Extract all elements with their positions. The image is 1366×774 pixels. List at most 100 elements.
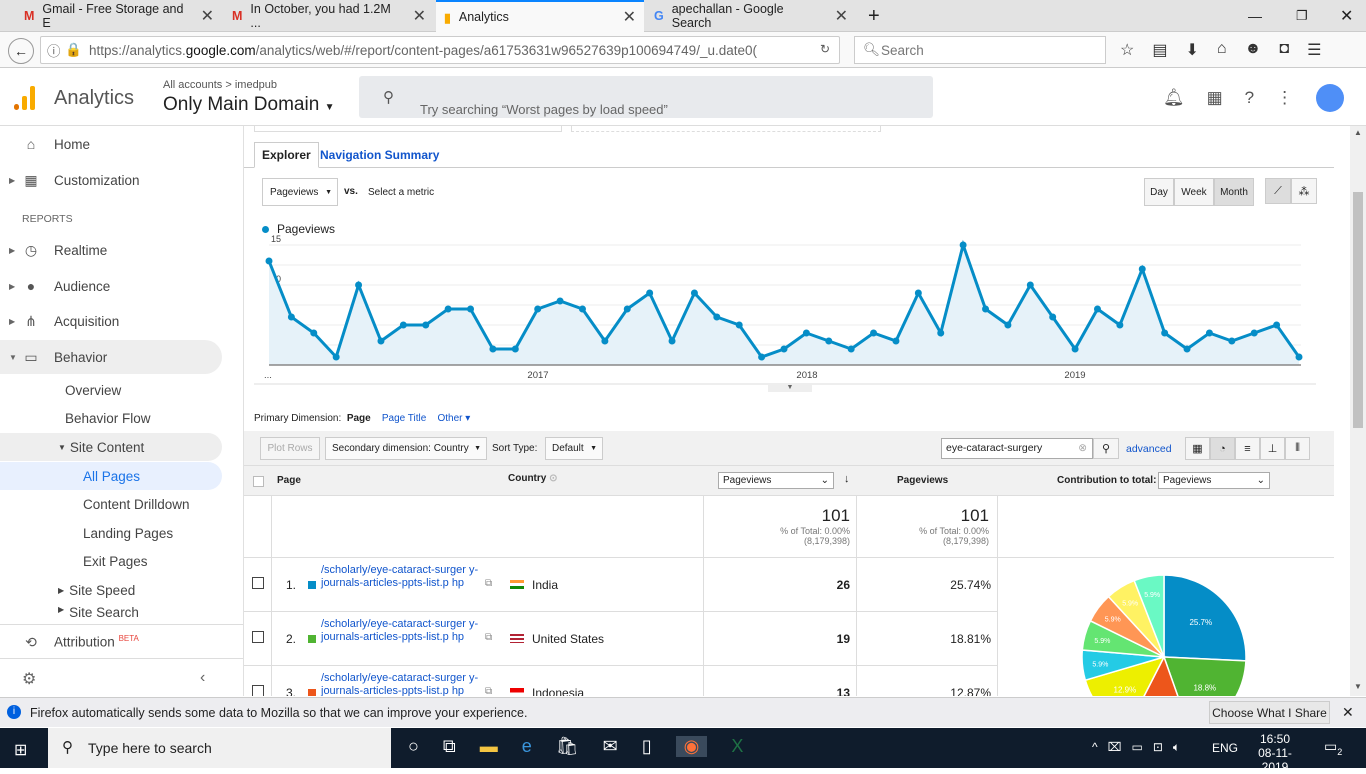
tab-google-search[interactable]: Gapechallan - Google Search ✕: [646, 0, 856, 32]
clear-icon[interactable]: ⊗: [1078, 442, 1087, 454]
page-link[interactable]: /scholarly/eye-cataract-surger y-journal…: [321, 672, 483, 696]
account-breadcrumb[interactable]: All accounts > imedpub: [163, 79, 277, 91]
table-view-icon[interactable]: ▦: [1185, 437, 1210, 460]
sort-type-select[interactable]: Default ▼: [545, 437, 603, 460]
open-link-icon[interactable]: ⧉: [485, 632, 492, 643]
pie-view-icon[interactable]: ◔: [1210, 437, 1235, 460]
bell-icon[interactable]: 🔔︎: [1163, 88, 1185, 108]
menu-icon[interactable]: ☰: [1307, 40, 1321, 60]
country-link[interactable]: India: [532, 578, 558, 592]
more-vert-icon[interactable]: ⋮: [1276, 88, 1293, 108]
notifications-icon[interactable]: ▭2: [1324, 738, 1342, 757]
sidebar-item-attribution[interactable]: ⟲ Attribution BETA: [0, 625, 222, 659]
close-tab-icon[interactable]: ✕: [835, 6, 848, 26]
sidebar-item-home[interactable]: ⌂ Home: [0, 127, 222, 161]
url-bar[interactable]: ⓘ 🔒 https://analytics. google.com/analyti…: [40, 36, 840, 64]
motion-chart-icon[interactable]: ⁂: [1291, 178, 1317, 204]
bookmark-star-icon[interactable]: ☆: [1120, 40, 1134, 60]
task-view-icon[interactable]: ⧉: [443, 736, 456, 757]
back-button[interactable]: ←: [8, 38, 34, 64]
excel-icon[interactable]: X: [731, 736, 743, 757]
sidebar-item-audience[interactable]: ▶ ● Audience: [0, 269, 222, 303]
advanced-filter-link[interactable]: advanced: [1126, 443, 1172, 455]
sidebar-item-exit-pages[interactable]: Exit Pages: [83, 547, 148, 575]
apps-grid-icon[interactable]: ▦: [1207, 88, 1223, 108]
open-link-icon[interactable]: ⧉: [485, 578, 492, 589]
close-tab-icon[interactable]: ✕: [413, 6, 426, 26]
document-icon[interactable]: ▯: [642, 736, 652, 757]
sidebar-item-site-speed[interactable]: ▶ Site Speed: [58, 576, 135, 604]
period-month-button[interactable]: Month: [1214, 178, 1254, 206]
edge-icon[interactable]: e: [522, 736, 532, 757]
firefox-icon[interactable]: ◉: [675, 736, 708, 757]
plot-rows-button[interactable]: Plot Rows: [260, 437, 320, 460]
file-explorer-icon[interactable]: ▬: [480, 736, 498, 757]
dimension-page-title[interactable]: Page Title: [382, 413, 426, 424]
column-metric-select[interactable]: Pageviews ⌄: [718, 472, 834, 489]
avatar[interactable]: [1316, 84, 1344, 112]
language-indicator[interactable]: ENG: [1212, 741, 1238, 755]
store-icon[interactable]: 🛍︎: [556, 736, 579, 757]
pocket-icon[interactable]: ◘: [1279, 40, 1289, 60]
metric-selector[interactable]: Pageviews ▼: [262, 178, 338, 206]
page-link[interactable]: /scholarly/eye-cataract-surger y-journal…: [321, 618, 483, 644]
performance-view-icon[interactable]: ≡: [1235, 437, 1260, 460]
page-link[interactable]: /scholarly/eye-cataract-surger y-journal…: [321, 564, 483, 590]
row-checkbox[interactable]: [252, 631, 264, 643]
line-chart-icon[interactable]: ⟋: [1265, 178, 1291, 204]
property-selector[interactable]: Only Main Domain ▼: [163, 94, 334, 116]
tab-navigation-summary[interactable]: Navigation Summary: [320, 148, 439, 162]
browser-search-input[interactable]: 🔍︎ Search: [854, 36, 1106, 64]
taskbar-search-input[interactable]: ⚲ Type here to search: [48, 728, 391, 768]
close-window-button[interactable]: ✕: [1332, 0, 1361, 32]
country-link[interactable]: Indonesia: [532, 686, 584, 696]
maximize-button[interactable]: ❐: [1288, 0, 1316, 32]
sidebar-item-overview[interactable]: Overview: [65, 376, 121, 404]
search-icon[interactable]: ⚲: [1093, 438, 1119, 459]
term-cloud-icon[interactable]: ⦀: [1285, 437, 1310, 460]
country-link[interactable]: United States: [532, 632, 604, 646]
tab-gmail-2[interactable]: M In October, you had 1.2M ... ✕: [224, 0, 434, 32]
sidebar-item-site-content[interactable]: ▼ Site Content: [0, 433, 222, 461]
sidebar-item-landing-pages[interactable]: Landing Pages: [83, 519, 173, 547]
secondary-dimension-select[interactable]: Secondary dimension: Country ▼: [325, 437, 487, 460]
system-tray[interactable]: ^ ⌧ ▭ ⊡ 🔈︎: [1092, 740, 1180, 755]
select-all-checkbox[interactable]: [253, 476, 264, 487]
reader-icon[interactable]: ▤: [1152, 40, 1167, 60]
select-metric-link[interactable]: Select a metric: [368, 187, 434, 198]
period-day-button[interactable]: Day: [1144, 178, 1174, 206]
sidebar-item-customization[interactable]: ▶ ▦ Customization: [0, 163, 222, 197]
comparison-view-icon[interactable]: ⊥: [1260, 437, 1285, 460]
tab-gmail[interactable]: M Gmail - Free Storage and E ✕: [16, 0, 222, 32]
close-tab-icon[interactable]: ✕: [623, 7, 636, 27]
sidebar-item-acquisition[interactable]: ▶ ⋔ Acquisition: [0, 304, 222, 338]
sort-desc-icon[interactable]: ↓: [844, 473, 850, 485]
sidebar-item-site-search[interactable]: ▶ Site Search: [58, 605, 139, 623]
sidebar-item-all-pages[interactable]: All Pages: [0, 462, 222, 490]
row-checkbox[interactable]: [252, 577, 264, 589]
mail-icon[interactable]: ✉: [603, 736, 618, 757]
collapse-sidebar-icon[interactable]: ‹: [200, 669, 205, 687]
close-icon[interactable]: ✕: [1342, 704, 1354, 721]
extension-icon[interactable]: ☻: [1245, 40, 1262, 60]
help-icon[interactable]: ?: [1245, 88, 1254, 108]
row-checkbox[interactable]: [252, 685, 264, 696]
period-week-button[interactable]: Week: [1174, 178, 1214, 206]
minimize-button[interactable]: —: [1240, 0, 1270, 32]
windows-start-icon[interactable]: ⊞: [14, 740, 27, 760]
page-scrollbar[interactable]: ▲ ▼: [1350, 126, 1366, 696]
home-icon[interactable]: ⌂: [1217, 40, 1227, 60]
contribution-select[interactable]: Pageviews ⌄: [1158, 472, 1270, 489]
analytics-search-input[interactable]: ⚲ Try searching “Worst pages by load spe…: [359, 76, 933, 118]
sidebar-item-behavior-flow[interactable]: Behavior Flow: [65, 404, 151, 432]
cortana-icon[interactable]: ○: [408, 736, 419, 757]
dimension-other[interactable]: Other ▾: [437, 413, 470, 424]
open-link-icon[interactable]: ⧉: [485, 686, 492, 696]
download-icon[interactable]: ⬇: [1185, 40, 1198, 60]
reload-icon[interactable]: ↻: [820, 42, 830, 56]
close-tab-icon[interactable]: ✕: [201, 6, 214, 26]
tab-explorer[interactable]: Explorer: [254, 142, 319, 168]
table-filter-input[interactable]: eye-cataract-surgery ⊗: [941, 438, 1093, 459]
choose-what-i-share-button[interactable]: Choose What I Share: [1209, 701, 1330, 724]
chart-resize-handle[interactable]: ▼: [768, 384, 812, 392]
